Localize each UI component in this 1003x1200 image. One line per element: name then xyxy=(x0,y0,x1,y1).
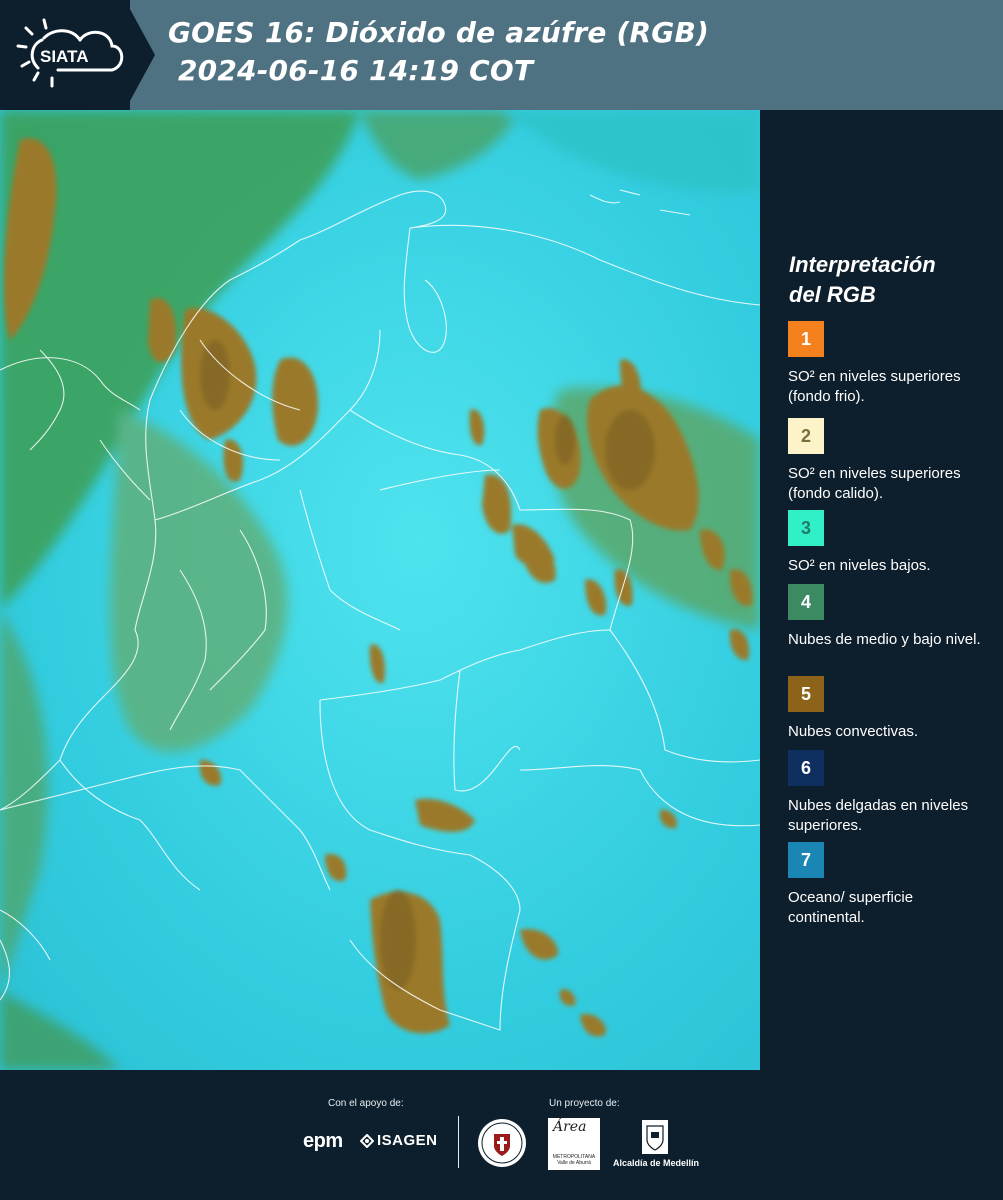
logo-chevron xyxy=(125,0,155,110)
legend-item: 1 SO² en niveles superiores (fondo frio)… xyxy=(788,321,993,407)
legend-label: SO² en niveles bajos. xyxy=(788,557,931,574)
legend-swatch: 7 xyxy=(788,842,824,878)
siata-logo: SIATA xyxy=(16,18,124,88)
legend-swatch: 4 xyxy=(788,584,824,620)
epm-logo: epm xyxy=(303,1130,343,1152)
logo-panel: SIATA xyxy=(0,0,130,110)
area-logo-name: Área xyxy=(553,1119,587,1135)
isagen-logo: ISAGEN xyxy=(360,1132,438,1149)
legend-number: 2 xyxy=(800,425,811,446)
legend-title-line1: Interpretación xyxy=(789,252,936,277)
legend-swatch: 2 xyxy=(788,418,824,454)
satellite-image xyxy=(0,110,760,1070)
legend-number: 7 xyxy=(800,849,811,870)
legend-item: 3 SO² en niveles bajos. xyxy=(788,510,993,576)
legend-label: SO² en niveles superiores (fondo frio). xyxy=(788,368,961,405)
legend-number: 1 xyxy=(800,328,811,349)
logo-text: SIATA xyxy=(40,47,88,66)
satellite-map[interactable] xyxy=(0,110,760,1070)
support-label: Con el apoyo de: xyxy=(328,1098,404,1109)
legend-label: Nubes convectivas. xyxy=(788,723,919,740)
legend-label: Nubes de medio y bajo nivel. xyxy=(788,631,981,648)
legend-swatch: 5 xyxy=(788,676,824,712)
isagen-mark-icon xyxy=(360,1133,374,1148)
isagen-text: ISAGEN xyxy=(377,1132,438,1149)
legend-label: Oceano/ superficie continental. xyxy=(788,889,914,926)
legend-number: 5 xyxy=(800,683,811,704)
legend-number: 6 xyxy=(800,757,811,778)
legend-title: Interpretación del RGB xyxy=(789,250,936,310)
page-title: GOES 16: Dióxido de azúfre (RGB) 2024-06… xyxy=(168,14,709,90)
legend-item: 7 Oceano/ superficie continental. xyxy=(788,842,993,928)
legend-panel: Interpretación del RGB 1 SO² en niveles … xyxy=(760,110,1003,1070)
area-logo-subtitle: METROPOLITANA Valle de Aburrá xyxy=(552,1154,596,1166)
legend-item: 4 Nubes de medio y bajo nivel. xyxy=(788,584,993,650)
header-bar: SIATA GOES 16: Dióxido de azúfre (RGB) 2… xyxy=(0,0,1003,110)
medellin-seal-icon xyxy=(478,1119,526,1167)
legend-item: 6 Nubes delgadas en niveles superiores. xyxy=(788,750,993,836)
footer: Con el apoyo de: Un proyecto de: epm ISA… xyxy=(0,1070,1003,1200)
legend-label: Nubes delgadas en niveles superiores. xyxy=(788,797,969,834)
legend-title-line2: del RGB xyxy=(789,282,876,307)
title-product: GOES 16: Dióxido de azúfre (RGB) xyxy=(168,16,710,49)
legend-number: 3 xyxy=(800,517,811,538)
legend-item: 5 Nubes convectivas. xyxy=(788,676,993,742)
alcaldia-coat-of-arms-icon xyxy=(642,1120,668,1154)
title-datetime: 2024-06-16 14:19 COT xyxy=(178,54,534,87)
legend-label: SO² en niveles superiores (fondo calido)… xyxy=(788,465,961,502)
project-label: Un proyecto de: xyxy=(549,1098,620,1109)
legend-item: 2 SO² en niveles superiores (fondo calid… xyxy=(788,418,993,516)
legend-swatch: 6 xyxy=(788,750,824,786)
legend-swatch: 1 xyxy=(788,321,824,357)
footer-divider xyxy=(458,1116,459,1168)
alcaldia-label: Alcaldía de Medellín xyxy=(613,1158,700,1168)
legend-number: 4 xyxy=(800,591,811,612)
legend-swatch: 3 xyxy=(788,510,824,546)
